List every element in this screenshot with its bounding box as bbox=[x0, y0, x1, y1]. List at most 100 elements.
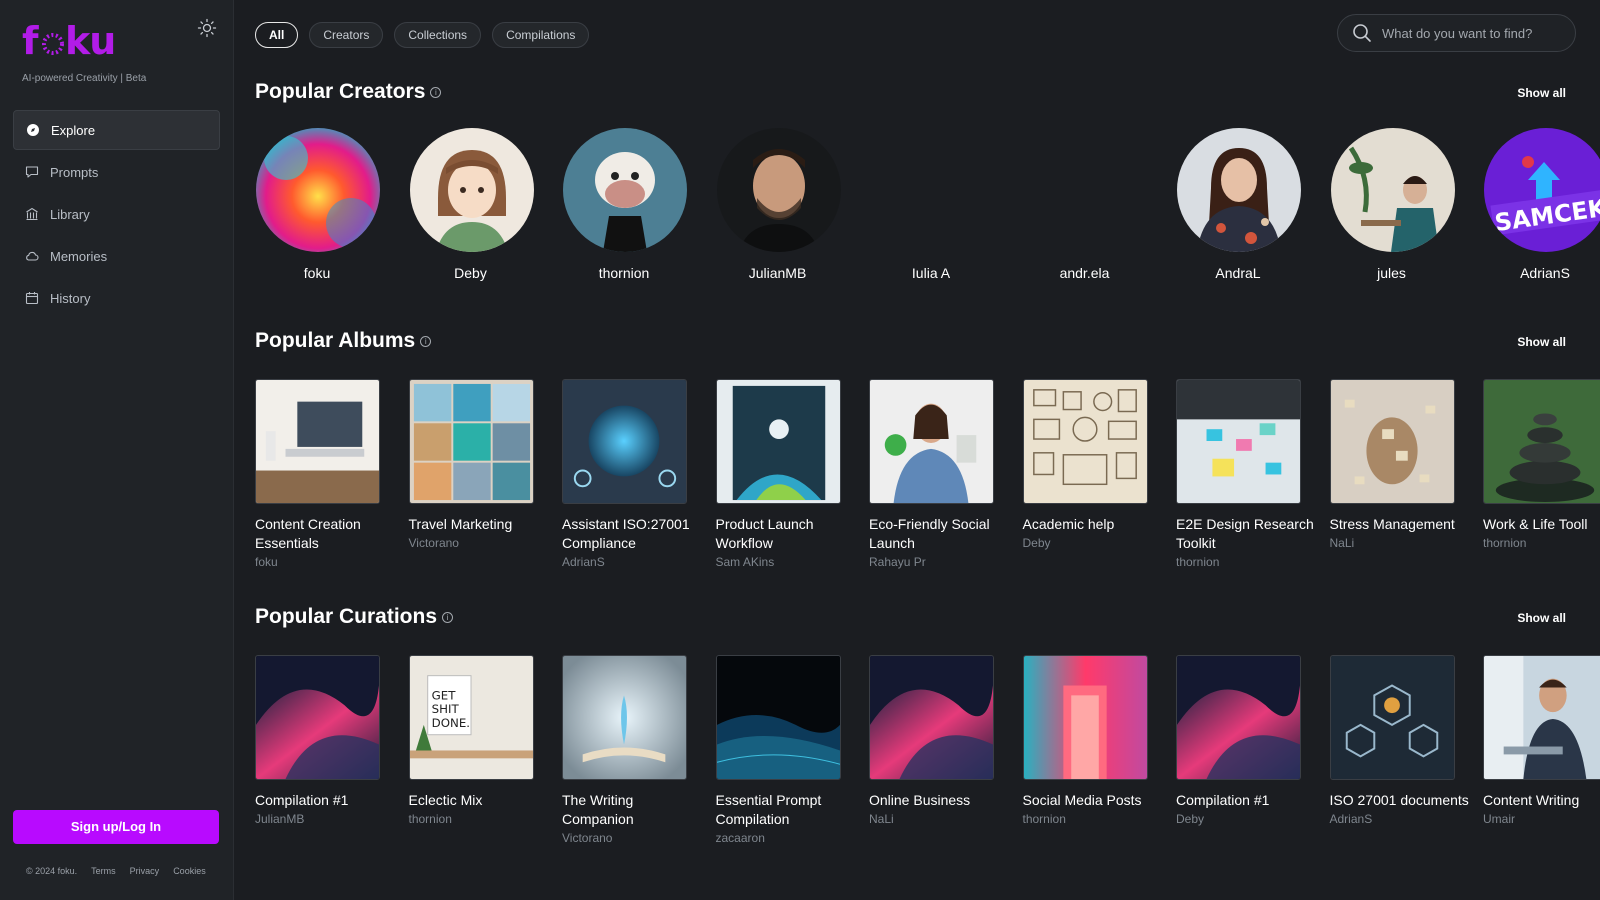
curation-card[interactable]: Compilation #1 JulianMB bbox=[255, 655, 409, 845]
info-icon[interactable]: i bbox=[442, 611, 454, 623]
curation-card[interactable]: GET SHIT DONE. Eclectic Mix thornion bbox=[408, 655, 563, 845]
curation-author[interactable]: zacaaron bbox=[716, 831, 870, 845]
filter-creators[interactable]: Creators bbox=[309, 22, 384, 48]
album-card[interactable]: Assistant ISO:27001 Compliance AdrianS bbox=[562, 379, 716, 569]
creator-card[interactable]: JulianMB bbox=[716, 128, 870, 281]
sidebar-item-label: Memories bbox=[50, 248, 108, 264]
curation-author[interactable]: thornion bbox=[1023, 812, 1177, 826]
section-title: Popular Curations bbox=[255, 605, 438, 628]
album-author[interactable]: Rahayu Pr bbox=[869, 555, 1023, 569]
avatar-image bbox=[409, 128, 534, 252]
sidebar-nav: Explore Prompts Library Memories History bbox=[0, 110, 233, 318]
album-author[interactable]: thornion bbox=[1483, 536, 1600, 550]
creator-card[interactable]: andr.ela bbox=[1023, 128, 1177, 281]
signup-login-button[interactable]: Sign up/Log In bbox=[13, 810, 219, 844]
creator-card[interactable]: Iulia A bbox=[869, 128, 1023, 281]
terms-link[interactable]: Terms bbox=[91, 866, 116, 876]
album-card[interactable]: Product Launch Workflow Sam AKins bbox=[715, 379, 870, 569]
avatar-image bbox=[256, 128, 380, 252]
creator-card[interactable]: SAMCEK AdrianS bbox=[1483, 128, 1600, 281]
album-author[interactable]: Sam AKins bbox=[716, 555, 870, 569]
curation-title: Compilation #1 bbox=[1176, 792, 1270, 808]
curation-card[interactable]: Social Media Posts thornion bbox=[1022, 655, 1177, 845]
sidebar-item-memories[interactable]: Memories bbox=[13, 236, 220, 276]
info-icon[interactable]: i bbox=[430, 86, 442, 98]
svg-text:SHIT: SHIT bbox=[431, 702, 459, 716]
album-card[interactable]: Academic help Deby bbox=[1022, 379, 1177, 569]
album-author[interactable]: NaLi bbox=[1330, 536, 1484, 550]
album-card[interactable]: Eco-Friendly Social Launch Rahayu Pr bbox=[869, 379, 1023, 569]
sidebar-item-history[interactable]: History bbox=[13, 278, 220, 318]
curation-title: The Writing Companion bbox=[562, 792, 634, 827]
creator-card[interactable]: Deby bbox=[409, 128, 563, 281]
curation-author[interactable]: NaLi bbox=[869, 812, 1023, 826]
show-all-creators-link[interactable]: Show all bbox=[1517, 86, 1566, 100]
creator-card[interactable]: jules bbox=[1330, 128, 1484, 281]
curation-author[interactable]: Umair bbox=[1483, 812, 1600, 826]
curation-card[interactable]: Content Writing Umair bbox=[1483, 655, 1600, 845]
creator-card[interactable]: AndraL bbox=[1176, 128, 1330, 281]
show-all-curations-link[interactable]: Show all bbox=[1517, 611, 1566, 625]
album-author[interactable]: foku bbox=[255, 555, 409, 569]
avatar bbox=[1177, 128, 1301, 252]
curations-section-header: Popular Curations i Show all bbox=[255, 597, 1600, 637]
album-card[interactable]: E2E Design Research Toolkit thornion bbox=[1176, 379, 1330, 569]
curation-title: Online Business bbox=[869, 792, 971, 808]
curation-card[interactable]: The Writing Companion Victorano bbox=[562, 655, 716, 845]
album-card[interactable]: Content Creation Essentials foku bbox=[255, 379, 409, 569]
creators-section-header: Popular Creators i Show all bbox=[255, 72, 1600, 112]
filter-compilations[interactable]: Compilations bbox=[492, 22, 590, 48]
album-thumbnail bbox=[1022, 379, 1148, 504]
creator-name: jules bbox=[1377, 265, 1406, 281]
curation-author[interactable]: thornion bbox=[409, 812, 563, 826]
filter-all[interactable]: All bbox=[255, 22, 299, 48]
curation-title: Eclectic Mix bbox=[408, 792, 483, 808]
album-card[interactable]: Stress Management NaLi bbox=[1329, 379, 1484, 569]
curation-thumbnail bbox=[869, 655, 994, 780]
search-input[interactable] bbox=[1382, 25, 1562, 41]
curation-card[interactable]: Essential Prompt Compilation zacaaron bbox=[715, 655, 870, 845]
logo-mark: f ku bbox=[22, 19, 116, 63]
album-card[interactable]: Work & Life Tooll thornion bbox=[1483, 379, 1600, 569]
foku-logo[interactable]: f ku bbox=[22, 19, 211, 67]
compass-icon bbox=[27, 124, 39, 136]
main-content: All Creators Collections Compilations Po… bbox=[234, 0, 1600, 900]
curation-title: Compilation #1 bbox=[255, 792, 349, 808]
creator-name: andr.ela bbox=[1059, 265, 1110, 281]
creator-card[interactable]: thornion bbox=[562, 128, 716, 281]
album-author[interactable]: Deby bbox=[1023, 536, 1177, 550]
show-all-albums-link[interactable]: Show all bbox=[1517, 335, 1566, 349]
album-author[interactable]: Victorano bbox=[409, 536, 563, 550]
curation-card[interactable]: ISO 27001 documents AdrianS bbox=[1329, 655, 1484, 845]
album-thumbnail bbox=[562, 379, 687, 504]
avatar-image bbox=[563, 128, 687, 252]
privacy-link[interactable]: Privacy bbox=[130, 866, 160, 876]
curation-author[interactable]: JulianMB bbox=[255, 812, 409, 826]
avatar bbox=[563, 128, 687, 252]
search-box[interactable] bbox=[1337, 14, 1576, 52]
album-title: Assistant ISO:27001 Compliance bbox=[562, 516, 690, 551]
album-author[interactable]: AdrianS bbox=[562, 555, 716, 569]
theme-toggle-button[interactable] bbox=[197, 18, 217, 38]
creator-name: AndraL bbox=[1215, 265, 1261, 281]
curation-card[interactable]: Compilation #1 Deby bbox=[1176, 655, 1330, 845]
info-icon[interactable]: i bbox=[420, 335, 432, 347]
album-card[interactable]: Travel Marketing Victorano bbox=[408, 379, 563, 569]
curation-card[interactable]: Online Business NaLi bbox=[869, 655, 1023, 845]
curation-title: Content Writing bbox=[1483, 792, 1580, 808]
curation-author[interactable]: AdrianS bbox=[1330, 812, 1484, 826]
creator-name: Iulia A bbox=[911, 265, 951, 281]
curation-author[interactable]: Deby bbox=[1176, 812, 1330, 826]
sidebar-item-prompts[interactable]: Prompts bbox=[13, 152, 220, 192]
avatar-placeholder bbox=[870, 128, 994, 252]
filter-collections[interactable]: Collections bbox=[394, 22, 482, 48]
svg-text:ku: ku bbox=[65, 20, 114, 60]
sidebar-item-explore[interactable]: Explore bbox=[13, 110, 220, 150]
sidebar-item-library[interactable]: Library bbox=[13, 194, 220, 234]
cookies-link[interactable]: Cookies bbox=[173, 866, 206, 876]
creator-card[interactable]: foku bbox=[255, 128, 409, 281]
curation-author[interactable]: Victorano bbox=[562, 831, 716, 845]
album-author[interactable]: thornion bbox=[1176, 555, 1330, 569]
library-icon bbox=[26, 207, 38, 221]
curation-thumbnail bbox=[1176, 655, 1301, 780]
